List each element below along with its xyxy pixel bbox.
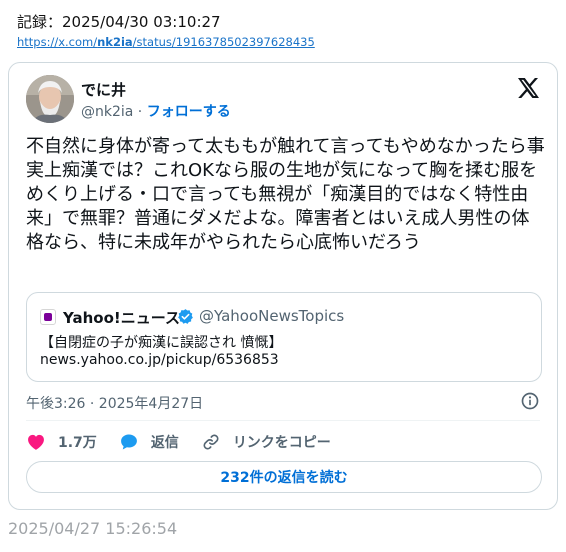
separator: · — [133, 104, 147, 120]
read-replies-button[interactable]: 232件の返信を読む — [26, 461, 542, 493]
divider — [26, 420, 540, 421]
url-prefix: https://x.com/ — [17, 35, 98, 49]
author-name[interactable]: でに井 — [81, 79, 126, 100]
quote-url: news.yahoo.co.jp/pickup/6536853 — [40, 352, 279, 368]
capture-date: 2025/04/27 15:26:54 — [8, 519, 178, 538]
reply-button[interactable]: 返信 — [119, 432, 179, 452]
x-logo-icon[interactable] — [516, 76, 540, 100]
like-count: 1.7万 — [58, 435, 97, 451]
heart-icon — [28, 434, 44, 450]
quote-source-name: Yahoo!ニュース — [63, 309, 180, 327]
tweet-timestamp[interactable]: 午後3:26 · 2025年4月27日 — [26, 393, 203, 413]
like-button[interactable]: 1.7万 — [26, 432, 97, 452]
tweet-text: 不自然に身体が寄って太ももが触れて言ってもやめなかったら事実上痴漢では？これOK… — [26, 136, 545, 253]
quote-title: 【自閉症の子が痴漢に誤認され 憤慨】 — [40, 335, 283, 351]
tweet-card: でに井 @nk2ia · フォローする 不自然に身体が寄って太ももが触れて言って… — [8, 62, 558, 510]
yahoo-news-logo-icon — [40, 309, 56, 325]
info-icon[interactable] — [520, 391, 540, 411]
speech-bubble-icon — [120, 434, 137, 450]
avatar-image — [26, 75, 74, 123]
action-bar: 1.7万 返信 リンクをコピー — [26, 431, 353, 453]
avatar[interactable] — [26, 75, 74, 123]
copy-link-label: リンクをコピー — [232, 435, 331, 451]
url-suffix: /status/1916378502397628435 — [132, 35, 315, 49]
author-handle[interactable]: @nk2ia — [81, 104, 133, 120]
reply-label: 返信 — [150, 435, 179, 451]
source-url-link[interactable]: https://x.com/nk2ia/status/1916378502397… — [17, 35, 315, 49]
author-handle-row: @nk2ia · フォローする — [81, 101, 231, 121]
link-icon — [203, 434, 219, 450]
quote-source-handle: @YahooNewsTopics — [199, 307, 345, 325]
follow-button[interactable]: フォローする — [147, 104, 231, 120]
verified-badge-icon — [178, 309, 193, 324]
url-handle: nk2ia — [97, 35, 133, 49]
quoted-link-card[interactable]: Yahoo!ニュース @YahooNewsTopics 【自閉症の子が痴漢に誤認… — [26, 292, 542, 382]
copy-link-button[interactable]: リンクをコピー — [201, 432, 331, 452]
record-timestamp: 記録：2025/04/30 03:10:27 — [17, 13, 221, 31]
